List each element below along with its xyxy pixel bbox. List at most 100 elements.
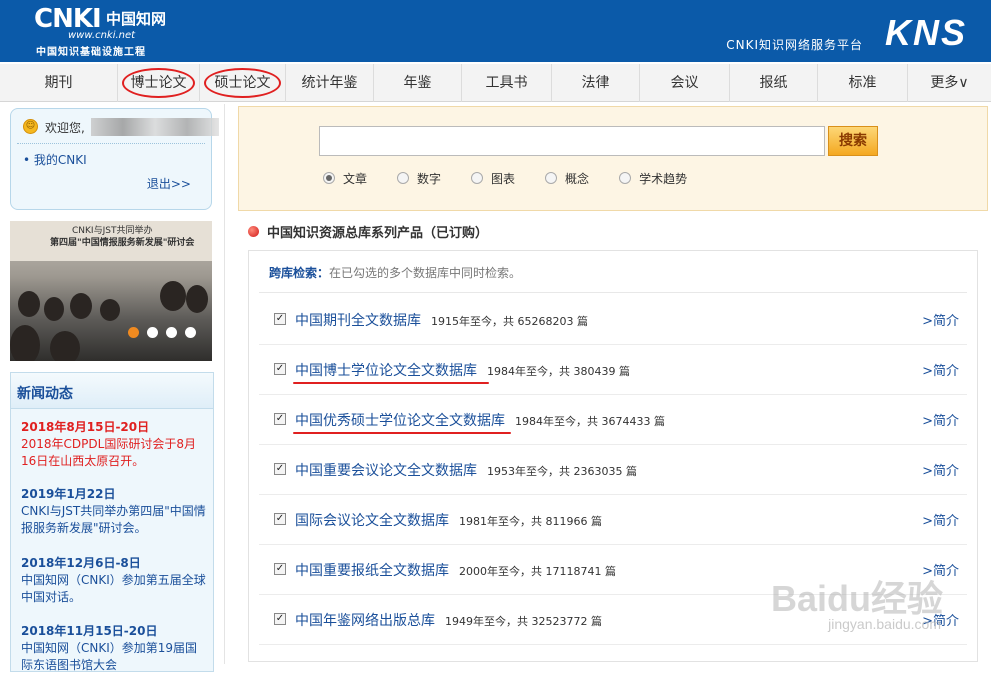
- checkbox-checked[interactable]: ✓: [274, 413, 286, 425]
- database-meta: 1984年至今，共 3674433 篇: [515, 415, 665, 428]
- nav-tab-conference[interactable]: 会议: [640, 64, 730, 102]
- audience-figure: [70, 293, 92, 319]
- news-item[interactable]: 2018年11月15日-20日 中国知网（CNKI）参加第19届国际东语图书馆大…: [21, 623, 207, 674]
- search-input[interactable]: [319, 126, 825, 156]
- nav-tab-master-thesis[interactable]: 硕士论文: [200, 64, 286, 102]
- nav-tab-label: 更多∨: [930, 75, 969, 91]
- checkbox-checked[interactable]: ✓: [274, 613, 286, 625]
- news-date: 2018年11月15日-20日: [21, 624, 158, 638]
- section-heading: 中国知识资源总库系列产品（已订购）: [248, 222, 488, 241]
- database-meta: 1949年至今，共 32523772 篇: [445, 615, 602, 628]
- checkbox-checked[interactable]: ✓: [274, 513, 286, 525]
- cnki-logo[interactable]: CNKI 中国知网 www.cnki.net 中国知识基础设施工程: [28, 4, 178, 58]
- radio-chart[interactable]: 图表: [471, 169, 515, 187]
- username-blurred: [91, 118, 219, 136]
- carousel-dot[interactable]: [128, 327, 139, 338]
- divider: [17, 143, 205, 144]
- nav-tab-label: 会议: [670, 75, 699, 91]
- news-panel: 新闻动态 2018年8月15日-20日 2018年CDPDL国际研讨会于8月16…: [10, 372, 214, 672]
- red-circle-annotation: [122, 68, 195, 98]
- nav-tab-newspaper[interactable]: 报纸: [730, 64, 818, 102]
- news-date: 2019年1月22日: [21, 487, 116, 501]
- logo-subtitle: 中国知识基础设施工程: [36, 47, 146, 58]
- radio-button[interactable]: [323, 172, 335, 184]
- nav-tab-label: 统计年鉴: [301, 75, 358, 91]
- radio-academic-trend[interactable]: 学术趋势: [619, 169, 687, 187]
- nav-tab-label: 标准: [848, 75, 877, 91]
- baidu-watermark: Baidu经验: [770, 578, 943, 619]
- red-circle-annotation: [204, 68, 281, 98]
- divider: [259, 292, 967, 293]
- news-title: 新闻动态: [17, 386, 73, 402]
- database-meta: 1953年至今，共 2363035 篇: [487, 465, 637, 478]
- carousel-dot[interactable]: [166, 327, 177, 338]
- cross-search-label[interactable]: 跨库检索：: [269, 266, 329, 280]
- intro-link[interactable]: >简介: [922, 460, 959, 479]
- database-name[interactable]: 中国博士学位论文全文数据库: [295, 360, 477, 380]
- news-item[interactable]: 2018年8月15日-20日 2018年CDPDL国际研讨会于8月16日在山西太…: [21, 419, 207, 470]
- platform-title: CNKI知识网络服务平台: [726, 38, 863, 52]
- news-desc: CNKI与JST共同举办第四届"中国情报服务新发展"研讨会。: [21, 504, 206, 535]
- database-name[interactable]: 中国年鉴网络出版总库: [295, 610, 435, 630]
- nav-tab-law[interactable]: 法律: [552, 64, 640, 102]
- red-underline-annotation: [293, 432, 511, 434]
- database-row: ✓ 中国博士学位论文全文数据库 1984年至今，共 380439 篇 >简介: [259, 345, 967, 395]
- radio-button[interactable]: [471, 172, 484, 184]
- kns-brand: KNS: [884, 12, 967, 53]
- news-desc: 中国知网（CNKI）参加第19届国际东语图书馆大会: [21, 641, 198, 672]
- database-meta: 2000年至今，共 17118741 篇: [459, 565, 616, 578]
- radio-label: 图表: [491, 171, 516, 186]
- nav-tab-yearbook[interactable]: 年鉴: [374, 64, 462, 102]
- checkbox-checked[interactable]: ✓: [274, 313, 286, 325]
- checkbox-checked[interactable]: ✓: [274, 463, 286, 475]
- nav-tab-label: 报纸: [759, 75, 788, 91]
- news-desc: 中国知网（CNKI）参加第五届全球中国对话。: [21, 573, 206, 604]
- audience-figure: [50, 331, 80, 361]
- radio-label: 学术趋势: [639, 171, 688, 186]
- radio-article[interactable]: 文章: [323, 169, 367, 187]
- audience-figure: [100, 299, 120, 321]
- banner-line-2: 第四届"中国情报服务新发展"研讨会: [50, 238, 195, 248]
- news-item[interactable]: 2019年1月22日 CNKI与JST共同举办第四届"中国情报服务新发展"研讨会…: [21, 486, 207, 537]
- news-desc: 2018年CDPDL国际研讨会于8月16日在山西太原召开。: [21, 437, 196, 468]
- radio-concept[interactable]: 概念: [545, 169, 589, 187]
- radio-button[interactable]: [397, 172, 410, 184]
- nav-tab-reference-books[interactable]: 工具书: [462, 64, 552, 102]
- carousel-dot[interactable]: [147, 327, 158, 338]
- checkbox-checked[interactable]: ✓: [274, 563, 286, 575]
- news-item[interactable]: 2018年12月6日-8日 中国知网（CNKI）参加第五届全球中国对话。: [21, 555, 207, 606]
- search-panel: 搜索 文章 数字 图表 概念 学术趋势: [238, 106, 988, 211]
- database-name[interactable]: 中国期刊全文数据库: [295, 310, 421, 330]
- radio-button[interactable]: [545, 172, 558, 184]
- cross-search-hint: 在已勾选的多个数据库中同时检索。: [329, 266, 522, 280]
- nav-tab-standards[interactable]: 标准: [818, 64, 908, 102]
- my-cnki-link[interactable]: • 我的CNKI: [23, 151, 87, 168]
- intro-link[interactable]: >简介: [922, 410, 959, 429]
- audience-figure: [18, 291, 40, 317]
- radio-number[interactable]: 数字: [397, 169, 441, 187]
- database-meta: 1984年至今，共 380439 篇: [487, 365, 630, 378]
- news-date: 2018年12月6日-8日: [21, 556, 141, 570]
- search-button[interactable]: 搜索: [828, 126, 878, 156]
- carousel-dot[interactable]: [185, 327, 196, 338]
- checkbox-checked[interactable]: ✓: [274, 363, 286, 375]
- nav-tab-phd-thesis[interactable]: 博士论文: [118, 64, 200, 102]
- nav-tab-journals[interactable]: 期刊: [0, 64, 118, 102]
- database-name[interactable]: 中国重要会议论文全文数据库: [295, 460, 477, 480]
- database-name[interactable]: 国际会议论文全文数据库: [295, 510, 449, 530]
- event-banner-image[interactable]: CNKI与JST共同举办 第四届"中国情报服务新发展"研讨会: [10, 221, 212, 361]
- intro-link[interactable]: >简介: [922, 510, 959, 529]
- logout-link[interactable]: 退出>>: [147, 175, 191, 192]
- audience-figure: [44, 297, 64, 321]
- intro-link[interactable]: >简介: [922, 310, 959, 329]
- search-type-options: 文章 数字 图表 概念 学术趋势: [323, 169, 717, 187]
- main-nav: 期刊 博士论文 硕士论文 统计年鉴 年鉴 工具书 法律 会议 报纸 标准 更多∨: [0, 64, 991, 102]
- database-name[interactable]: 中国重要报纸全文数据库: [295, 560, 449, 580]
- nav-tab-statistical-yearbook[interactable]: 统计年鉴: [286, 64, 374, 102]
- database-name[interactable]: 中国优秀硕士学位论文全文数据库: [295, 410, 505, 430]
- smiley-icon: ☺: [23, 119, 38, 134]
- news-header: 新闻动态: [11, 373, 213, 409]
- radio-button[interactable]: [619, 172, 632, 184]
- intro-link[interactable]: >简介: [922, 360, 959, 379]
- nav-tab-more[interactable]: 更多∨: [908, 64, 991, 102]
